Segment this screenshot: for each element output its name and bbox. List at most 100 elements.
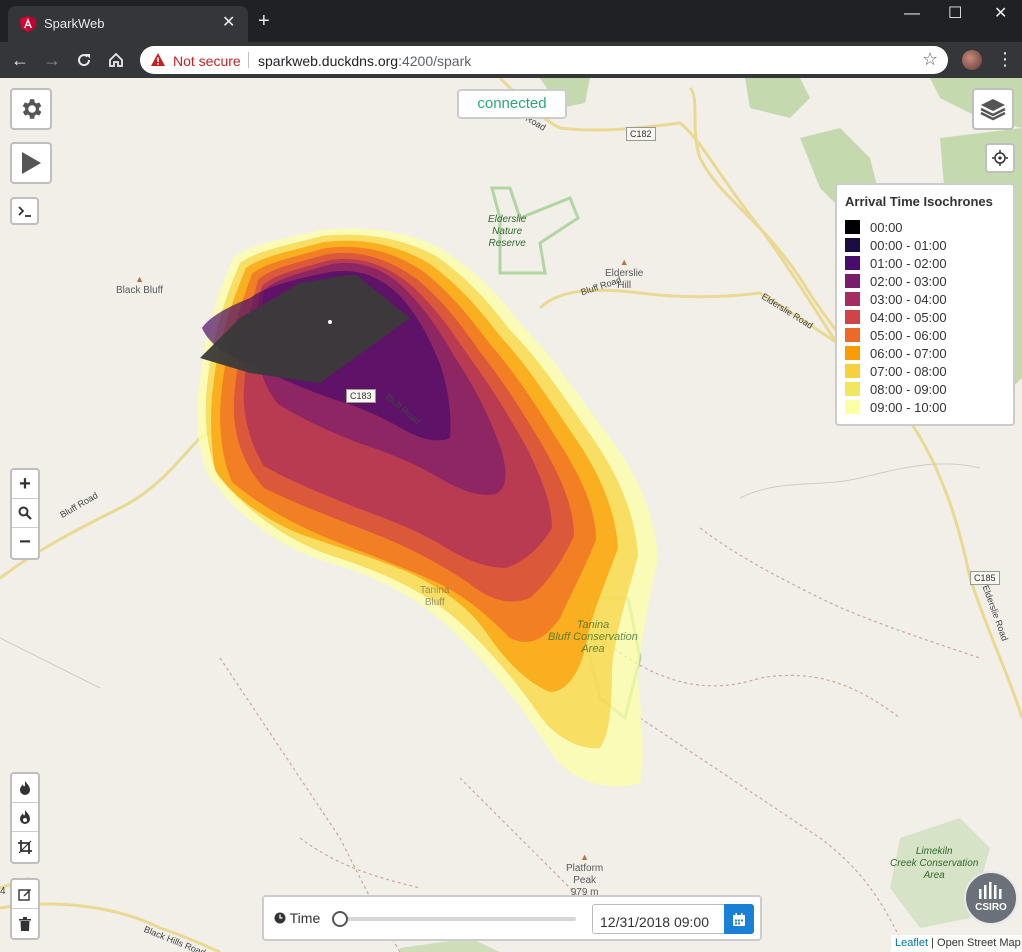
- legend-row: 05:00 - 06:00: [845, 326, 1005, 344]
- map-attribution: Leaflet | Open Street Map: [891, 935, 1022, 952]
- datetime-input[interactable]: [592, 904, 726, 934]
- legend-swatch: [845, 256, 860, 270]
- time-slider-thumb[interactable]: [332, 911, 348, 927]
- forward-icon[interactable]: →: [40, 48, 64, 72]
- layers-icon: [980, 99, 1006, 121]
- zoom-search-button[interactable]: [12, 499, 38, 528]
- browser-tab[interactable]: SparkWeb ✕: [8, 6, 248, 42]
- legend-label: 08:00 - 09:00: [870, 381, 947, 397]
- delete-layer-button[interactable]: [12, 909, 38, 938]
- locate-button[interactable]: [985, 143, 1015, 173]
- edge-marker: 4: [0, 886, 6, 897]
- legend-label: 02:00 - 03:00: [870, 273, 947, 289]
- search-icon: [18, 506, 32, 520]
- legend-label: 09:00 - 10:00: [870, 399, 947, 415]
- label-platform-peak-text: Platform Peak 979 m: [566, 863, 604, 898]
- tab-title: SparkWeb: [44, 16, 105, 31]
- road-shield-c182: C182: [626, 127, 656, 141]
- terminal-icon: [17, 206, 31, 217]
- layers-button[interactable]: [972, 88, 1014, 130]
- time-control: Time: [262, 895, 762, 941]
- bookmark-star-icon[interactable]: ☆: [922, 49, 938, 70]
- legend-swatch: [845, 238, 860, 252]
- leaflet-link[interactable]: Leaflet: [895, 937, 928, 949]
- home-icon[interactable]: [104, 48, 128, 72]
- calendar-icon: [733, 912, 745, 926]
- legend-swatch: [845, 400, 860, 414]
- crop-icon: [18, 839, 32, 854]
- legend-row: 02:00 - 03:00: [845, 272, 1005, 290]
- url-text[interactable]: sparkweb.duckdns.org:4200/spark: [258, 53, 471, 69]
- legend-title: Arrival Time Isochrones: [845, 194, 993, 209]
- isochrone-legend: Arrival Time Isochrones 00:00 00:00 - 01:…: [835, 183, 1015, 426]
- play-button[interactable]: [10, 142, 52, 184]
- connection-status: connected: [457, 89, 567, 119]
- legend-swatch: [845, 274, 860, 288]
- legend-swatch: [845, 364, 860, 378]
- reload-icon[interactable]: [72, 48, 96, 72]
- label-platform-peak: ▲ Platform Peak 979 m: [566, 852, 604, 898]
- new-tab-button[interactable]: +: [258, 10, 270, 32]
- calendar-button[interactable]: [724, 904, 754, 934]
- back-icon[interactable]: ←: [8, 48, 32, 72]
- label-black-bluff-text: Black Bluff: [116, 285, 164, 296]
- legend-swatch: [845, 310, 860, 324]
- gear-icon: [22, 99, 42, 119]
- crop-button[interactable]: [12, 832, 38, 861]
- legend-row: 07:00 - 08:00: [845, 362, 1005, 380]
- label-tanina-bluff: Tanina Bluff: [420, 585, 450, 608]
- legend-row: 03:00 - 04:00: [845, 290, 1005, 308]
- window-minimize-button[interactable]: —: [904, 4, 920, 24]
- label-tanina-conservation: Tanina Bluff Conservation Area: [548, 619, 638, 655]
- legend-row: 09:00 - 10:00: [845, 398, 1005, 416]
- url-host: sparkweb.duckdns.org: [258, 53, 399, 69]
- profile-avatar[interactable]: [962, 50, 982, 70]
- not-secure-label[interactable]: Not secure: [173, 53, 241, 69]
- map-view[interactable]: ▲ Black Bluff Elderslie Nature Reserve ▲ E…: [0, 78, 1022, 952]
- legend-label: 00:00 - 01:00: [870, 237, 947, 253]
- legend-label: 04:00 - 05:00: [870, 309, 947, 325]
- label-black-bluff: ▲ Black Bluff: [116, 274, 164, 296]
- isochrone-layer: [197, 228, 658, 787]
- zoom-in-button[interactable]: +: [12, 470, 38, 499]
- omnibox-separator: [248, 52, 249, 68]
- legend-label: 03:00 - 04:00: [870, 291, 947, 307]
- csiro-mark-icon: [979, 882, 1002, 899]
- legend-label: 00:00: [870, 219, 903, 235]
- window-maximize-button[interactable]: ☐: [948, 4, 962, 24]
- legend-row: 08:00 - 09:00: [845, 380, 1005, 398]
- edit-icon: [18, 889, 31, 901]
- legend-swatch: [845, 220, 860, 234]
- settings-button[interactable]: [10, 88, 52, 130]
- address-bar[interactable]: Not secure sparkweb.duckdns.org:4200/spa…: [140, 46, 948, 74]
- fire-tools: [10, 772, 40, 864]
- console-button[interactable]: [10, 197, 39, 225]
- legend-row: 06:00 - 07:00: [845, 344, 1005, 362]
- road-shield-c183: C183: [346, 389, 376, 403]
- legend-row: 04:00 - 05:00: [845, 308, 1005, 326]
- legend-swatch: [845, 292, 860, 306]
- play-icon: [22, 152, 41, 174]
- tab-close-icon[interactable]: ✕: [222, 14, 235, 32]
- attribution-separator: |: [931, 937, 934, 949]
- legend-label: 07:00 - 08:00: [870, 363, 947, 379]
- url-path: :4200/spark: [398, 53, 472, 69]
- browser-menu-icon[interactable]: ⋮: [996, 49, 1014, 70]
- legend-row: 00:00: [845, 218, 1005, 236]
- edit-layer-button[interactable]: [12, 880, 38, 909]
- zoom-out-button[interactable]: −: [12, 528, 38, 557]
- label-elderslie-nature-reserve: Elderslie Nature Reserve: [488, 214, 527, 249]
- legend-row: 01:00 - 02:00: [845, 254, 1005, 272]
- legend-label: 01:00 - 02:00: [870, 255, 947, 271]
- legend-swatch: [845, 328, 860, 342]
- ignition-line-button[interactable]: [12, 803, 38, 832]
- time-slider-track[interactable]: [340, 917, 576, 921]
- ignition-point-button[interactable]: [12, 774, 38, 803]
- window-close-button[interactable]: ✕: [994, 4, 1007, 24]
- legend-label: 06:00 - 07:00: [870, 345, 947, 361]
- legend-swatch: [845, 382, 860, 396]
- road-shield-c185: C185: [970, 571, 1000, 585]
- clock-icon: [274, 912, 286, 924]
- csiro-logo: CSIRO: [964, 871, 1018, 925]
- legend-swatch: [845, 346, 860, 360]
